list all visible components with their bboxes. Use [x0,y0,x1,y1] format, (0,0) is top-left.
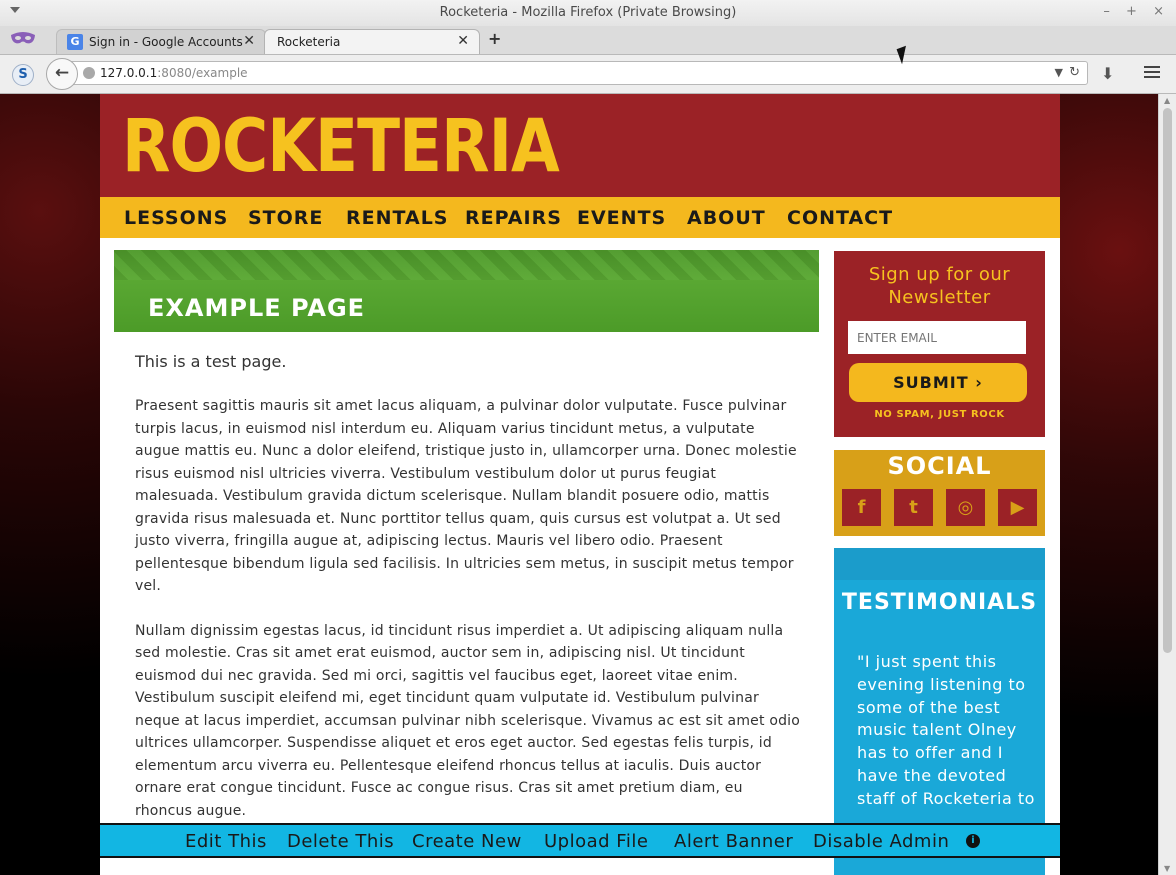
reload-icon[interactable]: ↻ [1069,65,1080,80]
main-nav: LESSONS STORE RENTALS REPAIRS EVENTS ABO… [100,197,1060,238]
nav-contact[interactable]: CONTACT [787,207,893,229]
create-new-button[interactable]: Create New [412,831,522,852]
background-decoration-left [0,94,100,875]
delete-this-button[interactable]: Delete This [287,831,394,852]
menu-icon[interactable] [1144,66,1160,80]
nav-lessons[interactable]: LESSONS [124,207,228,229]
window-controls: – + × [1091,4,1164,19]
testimonial-quote: "I just spent this evening listening to … [857,652,1035,808]
new-tab-icon[interactable]: + [488,29,501,48]
nav-rentals[interactable]: RENTALS [346,207,449,229]
page-scrollbar[interactable]: ▲ ▼ [1158,94,1176,875]
site-logo[interactable]: ROCKETERIA [122,104,560,188]
nav-about[interactable]: ABOUT [687,207,766,229]
admin-bar: Edit This Delete This Create New Upload … [100,823,1060,858]
maximize-icon[interactable]: + [1126,4,1137,19]
page-title-banner: EXAMPLE PAGE [114,250,819,332]
scroll-down-icon[interactable]: ▼ [1164,864,1170,873]
paragraph: Praesent sagittis mauris sit amet lacus … [135,398,797,594]
site-header: ROCKETERIA [100,94,1060,197]
download-icon[interactable]: ⬇ [1101,64,1114,83]
tab-rocketeria[interactable]: Rocketeria ✕ [264,29,480,54]
background-decoration-right [1060,94,1158,875]
tab-google-signin[interactable]: G Sign in - Google Accounts ✕ [56,29,266,54]
google-favicon-icon: G [67,34,83,50]
tab-label: Sign in - Google Accounts [89,35,243,49]
tab-label: Rocketeria [277,35,341,49]
email-field[interactable] [848,321,1026,354]
scrollbar-thumb[interactable] [1163,108,1172,653]
nav-events[interactable]: EVENTS [577,207,666,229]
banner-pattern [114,250,819,280]
social-title: SOCIAL [887,452,992,480]
tab-bar: G Sign in - Google Accounts ✕ Rocketeria… [0,26,1176,55]
url-dropdown-icon[interactable]: ▼ [1055,66,1063,79]
url-text[interactable]: 127.0.0.1:8080/example [100,66,248,80]
url-bar[interactable]: 127.0.0.1:8080/example ▼ ↻ [64,61,1088,85]
close-tab-icon[interactable]: ✕ [243,33,255,49]
back-button[interactable]: ← [46,58,78,90]
submit-button[interactable]: SUBMIT › [849,363,1027,402]
paragraph: Nullam dignissim egestas lacus, id tinci… [135,622,801,819]
site-container: ROCKETERIA LESSONS STORE RENTALS REPAIRS… [100,94,1060,875]
scroll-up-icon[interactable]: ▲ [1164,96,1170,105]
close-window-icon[interactable]: × [1153,4,1164,19]
twitter-icon[interactable]: t [894,489,933,526]
private-browsing-mask-icon [11,32,35,44]
social-widget: SOCIAL f t ◎ ▶ [834,450,1045,536]
page-title: EXAMPLE PAGE [148,294,366,322]
close-tab-icon[interactable]: ✕ [457,33,469,49]
navigation-toolbar: S 127.0.0.1:8080/example ▼ ↻ ← ⬇ [0,55,1176,94]
page-viewport: ROCKETERIA LESSONS STORE RENTALS REPAIRS… [0,94,1176,875]
newsletter-widget: Sign up for our Newsletter SUBMIT › NO S… [834,251,1045,437]
edit-this-button[interactable]: Edit This [185,831,267,852]
youtube-icon[interactable]: ▶ [998,489,1037,526]
window-title: Rocketeria - Mozilla Firefox (Private Br… [439,5,737,20]
disable-admin-button[interactable]: Disable Admin [813,831,949,852]
window-titlebar: Rocketeria - Mozilla Firefox (Private Br… [0,0,1176,27]
newsletter-note: NO SPAM, JUST ROCK [874,409,1005,420]
testimonials-pattern [834,548,1045,580]
addon-s-icon[interactable]: S [12,64,34,86]
main-content: This is a test page. Praesent sagittis m… [135,352,803,844]
instagram-icon[interactable]: ◎ [946,489,985,526]
nav-repairs[interactable]: REPAIRS [465,207,562,229]
lead-text: This is a test page. [135,352,287,371]
site-identity-icon[interactable] [83,67,95,79]
facebook-icon[interactable]: f [842,489,881,526]
info-icon[interactable]: i [966,834,980,848]
testimonials-title: TESTIMONIALS [841,590,1038,615]
nav-store[interactable]: STORE [248,207,323,229]
minimize-icon[interactable]: – [1103,4,1110,19]
upload-file-button[interactable]: Upload File [544,831,648,852]
newsletter-title: Sign up for our Newsletter [868,264,1011,308]
alert-banner-button[interactable]: Alert Banner [674,831,793,852]
